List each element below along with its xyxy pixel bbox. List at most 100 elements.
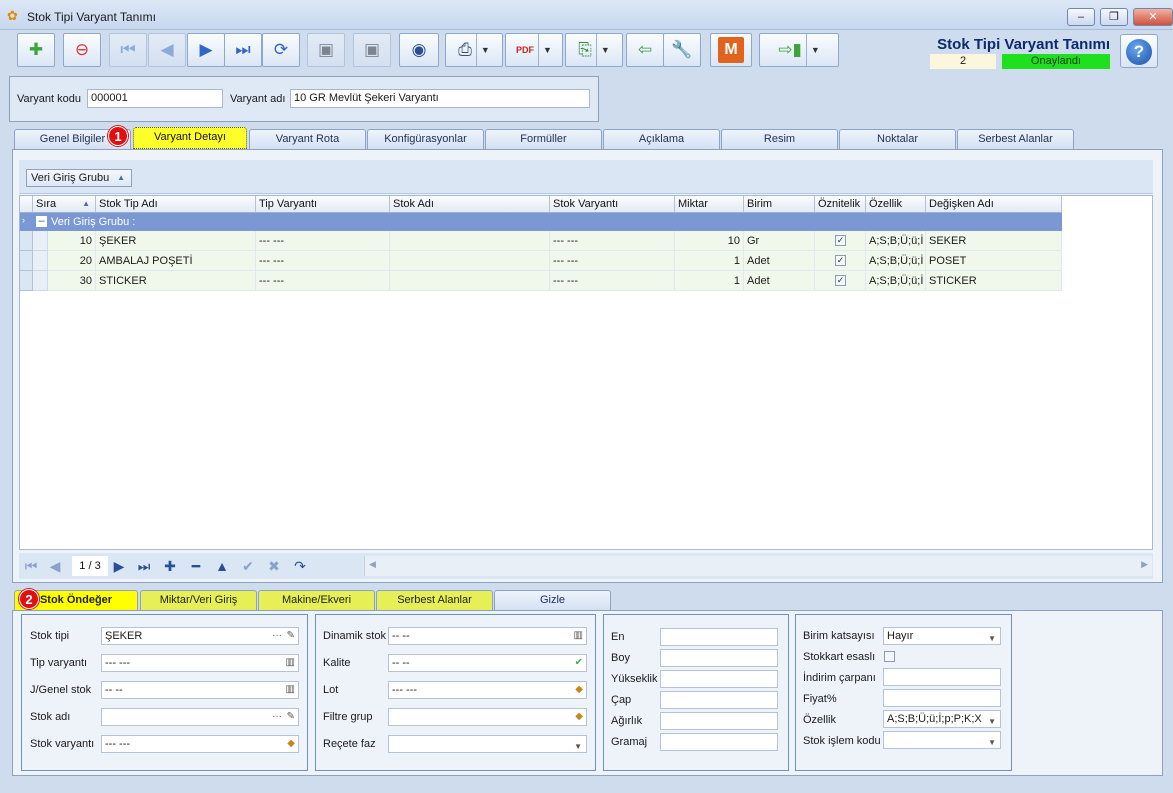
dropdown-icon[interactable]: ▼ [988, 631, 996, 644]
tab-miktar-veri-giris[interactable]: Miktar/Veri Giriş [140, 590, 257, 610]
boy-input[interactable] [660, 649, 778, 667]
nav-cancel-icon[interactable]: ✖ [263, 556, 285, 576]
new-record-button[interactable]: ✚ [17, 33, 55, 67]
refresh-button[interactable]: ⟳ [262, 33, 300, 67]
nav-prev-icon[interactable]: ◀ [46, 556, 64, 576]
scroll-right-icon[interactable]: ▶ [1141, 559, 1148, 570]
tip-varyanti-input[interactable]: --- --- ▥ [101, 654, 299, 672]
collapse-icon[interactable]: – [36, 216, 47, 227]
stok-islem-kodu-select[interactable]: ▼ [883, 731, 1001, 749]
tab-makine-ekveri[interactable]: Makine/Ekveri [258, 590, 375, 610]
tab-varyant-rota[interactable]: Varyant Rota [249, 129, 366, 149]
barcode-icon[interactable]: ▥ [286, 682, 295, 698]
tab-formuller[interactable]: Formüller [485, 129, 602, 149]
column-header-oznitelik[interactable]: Öznitelik [815, 196, 866, 213]
column-header-stok-adi[interactable]: Stok Adı [390, 196, 550, 213]
indirim-carpani-input[interactable] [883, 668, 1001, 686]
tab-aciklama[interactable]: Açıklama [603, 129, 720, 149]
column-header-sira[interactable]: Sıra ▲ [33, 196, 96, 213]
import-button[interactable]: ⇦ [626, 33, 664, 67]
scroll-left-icon[interactable]: ◀ [369, 559, 376, 570]
ellipsis-icon[interactable]: ··· [272, 628, 282, 644]
oznitelik-checkbox[interactable]: ✓ [835, 255, 846, 266]
nav-add-icon[interactable]: ✚ [159, 556, 181, 576]
first-record-button[interactable]: ⏮ [109, 33, 147, 67]
maximize-button[interactable]: ❐ [1100, 8, 1128, 26]
column-header-birim[interactable]: Birim [744, 196, 815, 213]
birim-katsayisi-select[interactable]: Hayır ▼ [883, 627, 1001, 645]
help-button[interactable]: ? [1120, 34, 1158, 68]
edit-icon[interactable]: ✎ [287, 709, 295, 725]
nav-first-icon[interactable]: ⏮ [22, 556, 40, 576]
nav-refresh-icon[interactable]: ↷ [289, 556, 311, 576]
group-row[interactable]: › – Veri Giriş Grubu : [20, 213, 1062, 231]
previous-record-button[interactable]: ◀ [148, 33, 186, 67]
stokkart-esasli-checkbox[interactable] [884, 651, 895, 662]
filtre-grup-input[interactable]: ◆ [388, 708, 587, 726]
nav-next-icon[interactable]: ▶ [110, 556, 128, 576]
tab-gizle[interactable]: Gizle [494, 590, 611, 610]
nav-last-icon[interactable]: ⏭ [133, 556, 155, 576]
tab-konfigurasyonlar[interactable]: Konfigürasyonlar [367, 129, 484, 149]
j-genel-stok-input[interactable]: -- -- ▥ [101, 681, 299, 699]
print-button[interactable]: ⎙ ▼ [445, 33, 503, 67]
group-by-chip[interactable]: Veri Giriş Grubu ▲ [26, 169, 132, 187]
tab-serbest-alanlar[interactable]: Serbest Alanlar [957, 129, 1074, 149]
kalite-input[interactable]: -- -- ✔ [388, 654, 587, 672]
stok-varyanti-input[interactable]: --- --- ◆ [101, 735, 299, 753]
column-header-tip-varyanti[interactable]: Tip Varyantı [256, 196, 390, 213]
nav-remove-icon[interactable]: ━ [185, 556, 207, 576]
ozellik-select[interactable]: A;S;B;Ü;ü;İ;p;P;K;X ▼ [883, 710, 1001, 728]
check-icon[interactable]: ✔ [575, 655, 583, 671]
column-header-ozellik[interactable]: Özellik [866, 196, 926, 213]
save-button[interactable]: ▣ [307, 33, 345, 67]
print-dropdown-icon[interactable]: ▼ [475, 34, 490, 66]
stok-tipi-input[interactable]: ŞEKER ··· ✎ [101, 627, 299, 645]
tab-resim[interactable]: Resim [721, 129, 838, 149]
tab-serbest-alanlar-bottom[interactable]: Serbest Alanlar [376, 590, 493, 610]
barcode-icon[interactable]: ▥ [286, 655, 295, 671]
exit-button[interactable]: ⇨▮ ▼ [759, 33, 839, 67]
column-header-miktar[interactable]: Miktar [675, 196, 744, 213]
lot-input[interactable]: --- --- ◆ [388, 681, 587, 699]
variant-name-input[interactable]: 10 GR Mevlüt Şekeri Varyantı [290, 89, 590, 108]
pdf-dropdown-icon[interactable]: ▼ [538, 34, 552, 66]
recete-faz-select[interactable]: ▼ [388, 735, 587, 753]
nav-edit-icon[interactable]: ▲ [211, 556, 233, 576]
preview-button[interactable]: ◉ [399, 33, 439, 67]
oznitelik-checkbox[interactable]: ✓ [835, 275, 846, 286]
gramaj-input[interactable] [660, 733, 778, 751]
horizontal-scrollbar[interactable]: ◀ ▶ [364, 556, 1152, 576]
column-header-degisken-adi[interactable]: Değişken Adı [926, 196, 1062, 213]
dropdown-icon[interactable]: ▼ [574, 739, 582, 752]
save-cancel-button[interactable]: ▣ [353, 33, 391, 67]
row-selector[interactable] [20, 231, 33, 251]
row-selector[interactable] [20, 251, 33, 271]
dropdown-icon[interactable]: ▼ [988, 735, 996, 748]
settings-tool-button[interactable]: 🔧 [663, 33, 701, 67]
tab-varyant-detayi[interactable]: Varyant Detayı [133, 127, 247, 149]
stok-adi-input[interactable]: ··· ✎ [101, 708, 299, 726]
next-record-button[interactable]: ▶ [187, 33, 225, 67]
fiyat-input[interactable] [883, 689, 1001, 707]
eraser-icon[interactable]: ◆ [575, 682, 583, 698]
agirlik-input[interactable] [660, 712, 778, 730]
edit-icon[interactable]: ✎ [287, 628, 295, 644]
delete-record-button[interactable]: ⊖ [63, 33, 101, 67]
last-record-button[interactable]: ⏭ [224, 33, 262, 67]
m-button[interactable]: M [710, 33, 752, 67]
eraser-icon[interactable]: ◆ [287, 736, 295, 752]
dropdown-icon[interactable]: ▼ [988, 714, 996, 727]
dinamik-stok-input[interactable]: -- -- ▥ [388, 627, 587, 645]
oznitelik-checkbox[interactable]: ✓ [835, 235, 846, 246]
copy-dropdown-icon[interactable]: ▼ [595, 34, 610, 66]
pdf-export-button[interactable]: PDF ▼ [505, 33, 563, 67]
ellipsis-icon[interactable]: ··· [272, 709, 282, 725]
row-selector[interactable] [20, 271, 33, 291]
barcode-icon[interactable]: ▥ [574, 628, 583, 644]
cap-input[interactable] [660, 691, 778, 709]
exit-dropdown-icon[interactable]: ▼ [805, 34, 820, 66]
nav-save-icon[interactable]: ✔ [237, 556, 259, 576]
tab-noktalar[interactable]: Noktalar [839, 129, 956, 149]
yukseklik-input[interactable] [660, 670, 778, 688]
